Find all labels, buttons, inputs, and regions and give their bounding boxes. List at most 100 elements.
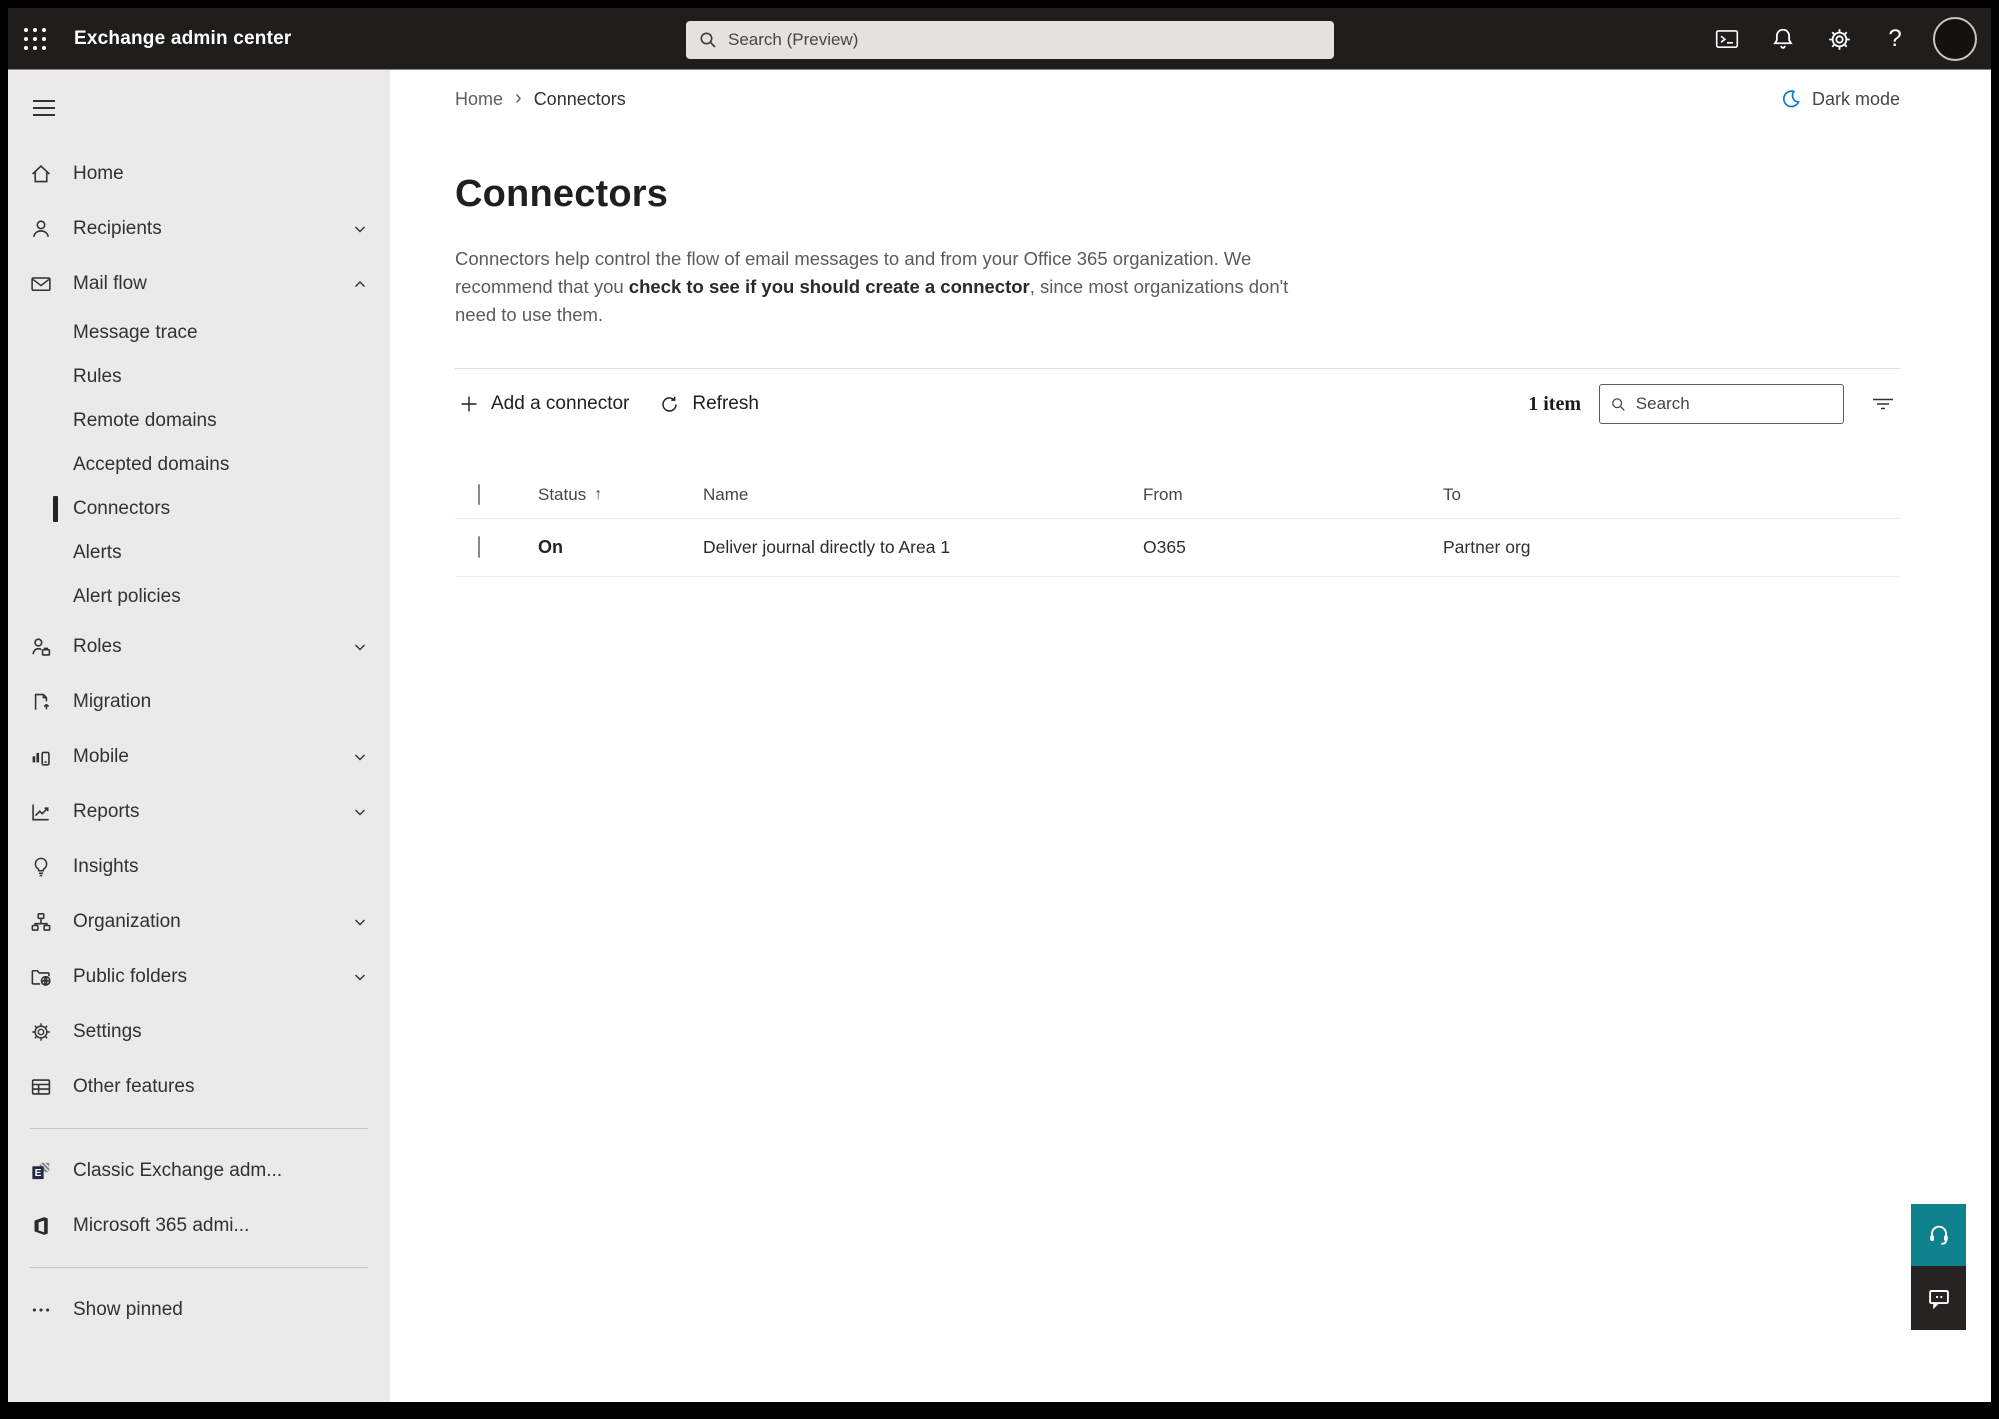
item-count: 1 item [1528,392,1581,415]
sidebar-item-label: Rules [73,366,122,387]
sidebar-item-label: Recipients [73,217,162,239]
row-checkbox[interactable] [478,536,480,558]
global-search-box[interactable] [686,21,1334,59]
page-description: Connectors help control the flow of emai… [455,245,1300,329]
body-row: Home Recipients Mail flow Message trace … [8,70,1991,1402]
breadcrumb-home-link[interactable]: Home [455,89,503,110]
app-title: Exchange admin center [74,27,292,49]
sidebar-item-alerts[interactable]: Alerts [8,531,390,575]
plus-icon [461,396,477,412]
sidebar-item-connectors[interactable]: Connectors [8,487,390,531]
sidebar-item-classic-exchange-admin[interactable]: E Classic Exchange adm... [8,1143,390,1198]
column-header-from[interactable]: From [1143,485,1443,505]
sidebar-item-label: Alert policies [73,586,181,607]
sidebar-item-label: Organization [73,910,181,932]
sidebar-item-label: Show pinned [73,1298,183,1320]
feedback-bubble-icon [1928,1290,1949,1310]
folder-globe-icon [28,964,54,990]
sidebar-item-show-pinned[interactable]: Show pinned [8,1282,390,1337]
sidebar-item-remote-domains[interactable]: Remote domains [8,399,390,443]
chevron-up-icon [352,276,368,292]
sidebar-item-message-trace[interactable]: Message trace [8,311,390,355]
sidebar-item-microsoft-365-admin[interactable]: Microsoft 365 admi... [8,1198,390,1253]
list-search-box[interactable] [1599,384,1844,424]
help-button[interactable]: ? [1871,15,1919,63]
sidebar-item-public-folders[interactable]: Public folders [8,949,390,1004]
select-all-cell [455,483,538,505]
column-header-status[interactable]: Status ↑ [538,485,703,505]
gear-icon [28,1019,54,1045]
nav-collapse-button[interactable] [22,88,66,128]
dark-mode-toggle[interactable]: Dark mode [1780,88,1900,110]
filter-button[interactable] [1866,387,1900,421]
sidebar-item-reports[interactable]: Reports [8,784,390,839]
chevron-down-icon [352,221,368,237]
sidebar-item-alert-policies[interactable]: Alert policies [8,575,390,619]
sidebar-item-home[interactable]: Home [8,146,390,201]
sidebar-item-label: Insights [73,855,139,877]
settings-topbar-button[interactable] [1815,15,1863,63]
global-search-input[interactable] [728,30,1322,50]
hamburger-icon [33,100,55,116]
sidebar-item-migration[interactable]: Migration [8,674,390,729]
chevron-down-icon [352,804,368,820]
connector-name-cell[interactable]: Deliver journal directly to Area 1 [703,537,1143,558]
sidebar-item-label: Home [73,162,124,184]
home-icon [28,161,54,187]
exchange-admin-center-window: Exchange admin center Search (Preview) ?… [8,8,1991,1402]
table-header-row: Status ↑ Name From To [455,471,1900,519]
sidebar-item-rules[interactable]: Rules [8,355,390,399]
topbar-actions: ? [1703,8,1977,70]
gear-icon [1828,28,1850,50]
filter-icon [1873,398,1893,410]
line-chart-icon [28,799,54,825]
org-chart-icon [28,909,54,935]
notifications-button[interactable] [1759,15,1807,63]
feedback-button[interactable] [1911,1266,1966,1330]
app-launcher-button[interactable] [8,8,62,70]
select-all-checkbox[interactable] [478,483,480,505]
sidebar-item-recipients[interactable]: Recipients [8,201,390,256]
list-search-input[interactable] [1635,394,1833,414]
sidebar-item-label: Migration [73,690,152,712]
top-app-bar: Exchange admin center Search (Preview) ? [8,8,1991,70]
sidebar-divider [30,1267,368,1268]
sidebar-item-other-features[interactable]: Other features [8,1059,390,1114]
add-connector-button[interactable]: Add a connector [455,387,633,421]
table-grid-icon [28,1074,54,1100]
sidebar-item-label: Remote domains [73,410,217,431]
sidebar-item-accepted-domains[interactable]: Accepted domains [8,443,390,487]
create-connector-check-link[interactable]: check to see if you should create a conn… [629,276,1030,297]
sidebar-item-organization[interactable]: Organization [8,894,390,949]
document-arrow-icon [28,689,54,715]
column-header-label: Status [538,484,587,504]
chevron-down-icon [352,749,368,765]
bell-icon [1773,28,1793,49]
chevron-down-icon [352,914,368,930]
sidebar-item-label: Microsoft 365 admi... [73,1214,250,1236]
powershell-button[interactable] [1703,15,1751,63]
nav-list: Home Recipients Mail flow Message trace … [8,146,390,1337]
mail-icon [28,271,54,297]
from-cell: O365 [1143,537,1186,557]
sidebar-item-label: Mail flow [73,272,147,294]
sidebar-item-insights[interactable]: Insights [8,839,390,894]
column-header-to[interactable]: To [1443,485,1900,505]
add-connector-label: Add a connector [491,393,630,414]
screenshot-frame: Exchange admin center Search (Preview) ?… [0,0,1999,1419]
support-button[interactable] [1911,1204,1966,1266]
sidebar-item-settings[interactable]: Settings [8,1004,390,1059]
ellipsis-icon [28,1297,54,1323]
refresh-label: Refresh [692,393,759,414]
sidebar-item-mobile[interactable]: Mobile [8,729,390,784]
account-avatar[interactable] [1933,17,1977,61]
sidebar-divider [30,1128,368,1129]
sidebar-item-label: Reports [73,800,140,822]
sidebar-item-label: Alerts [73,542,122,563]
sidebar-item-mail-flow[interactable]: Mail flow [8,256,390,311]
sidebar-item-roles[interactable]: Roles [8,619,390,674]
table-row[interactable]: On Deliver journal directly to Area 1 O3… [455,519,1900,577]
refresh-button[interactable]: Refresh [655,387,763,421]
connectors-table: Status ↑ Name From To On Deliver journal… [455,471,1900,577]
column-header-name[interactable]: Name [703,485,1143,505]
